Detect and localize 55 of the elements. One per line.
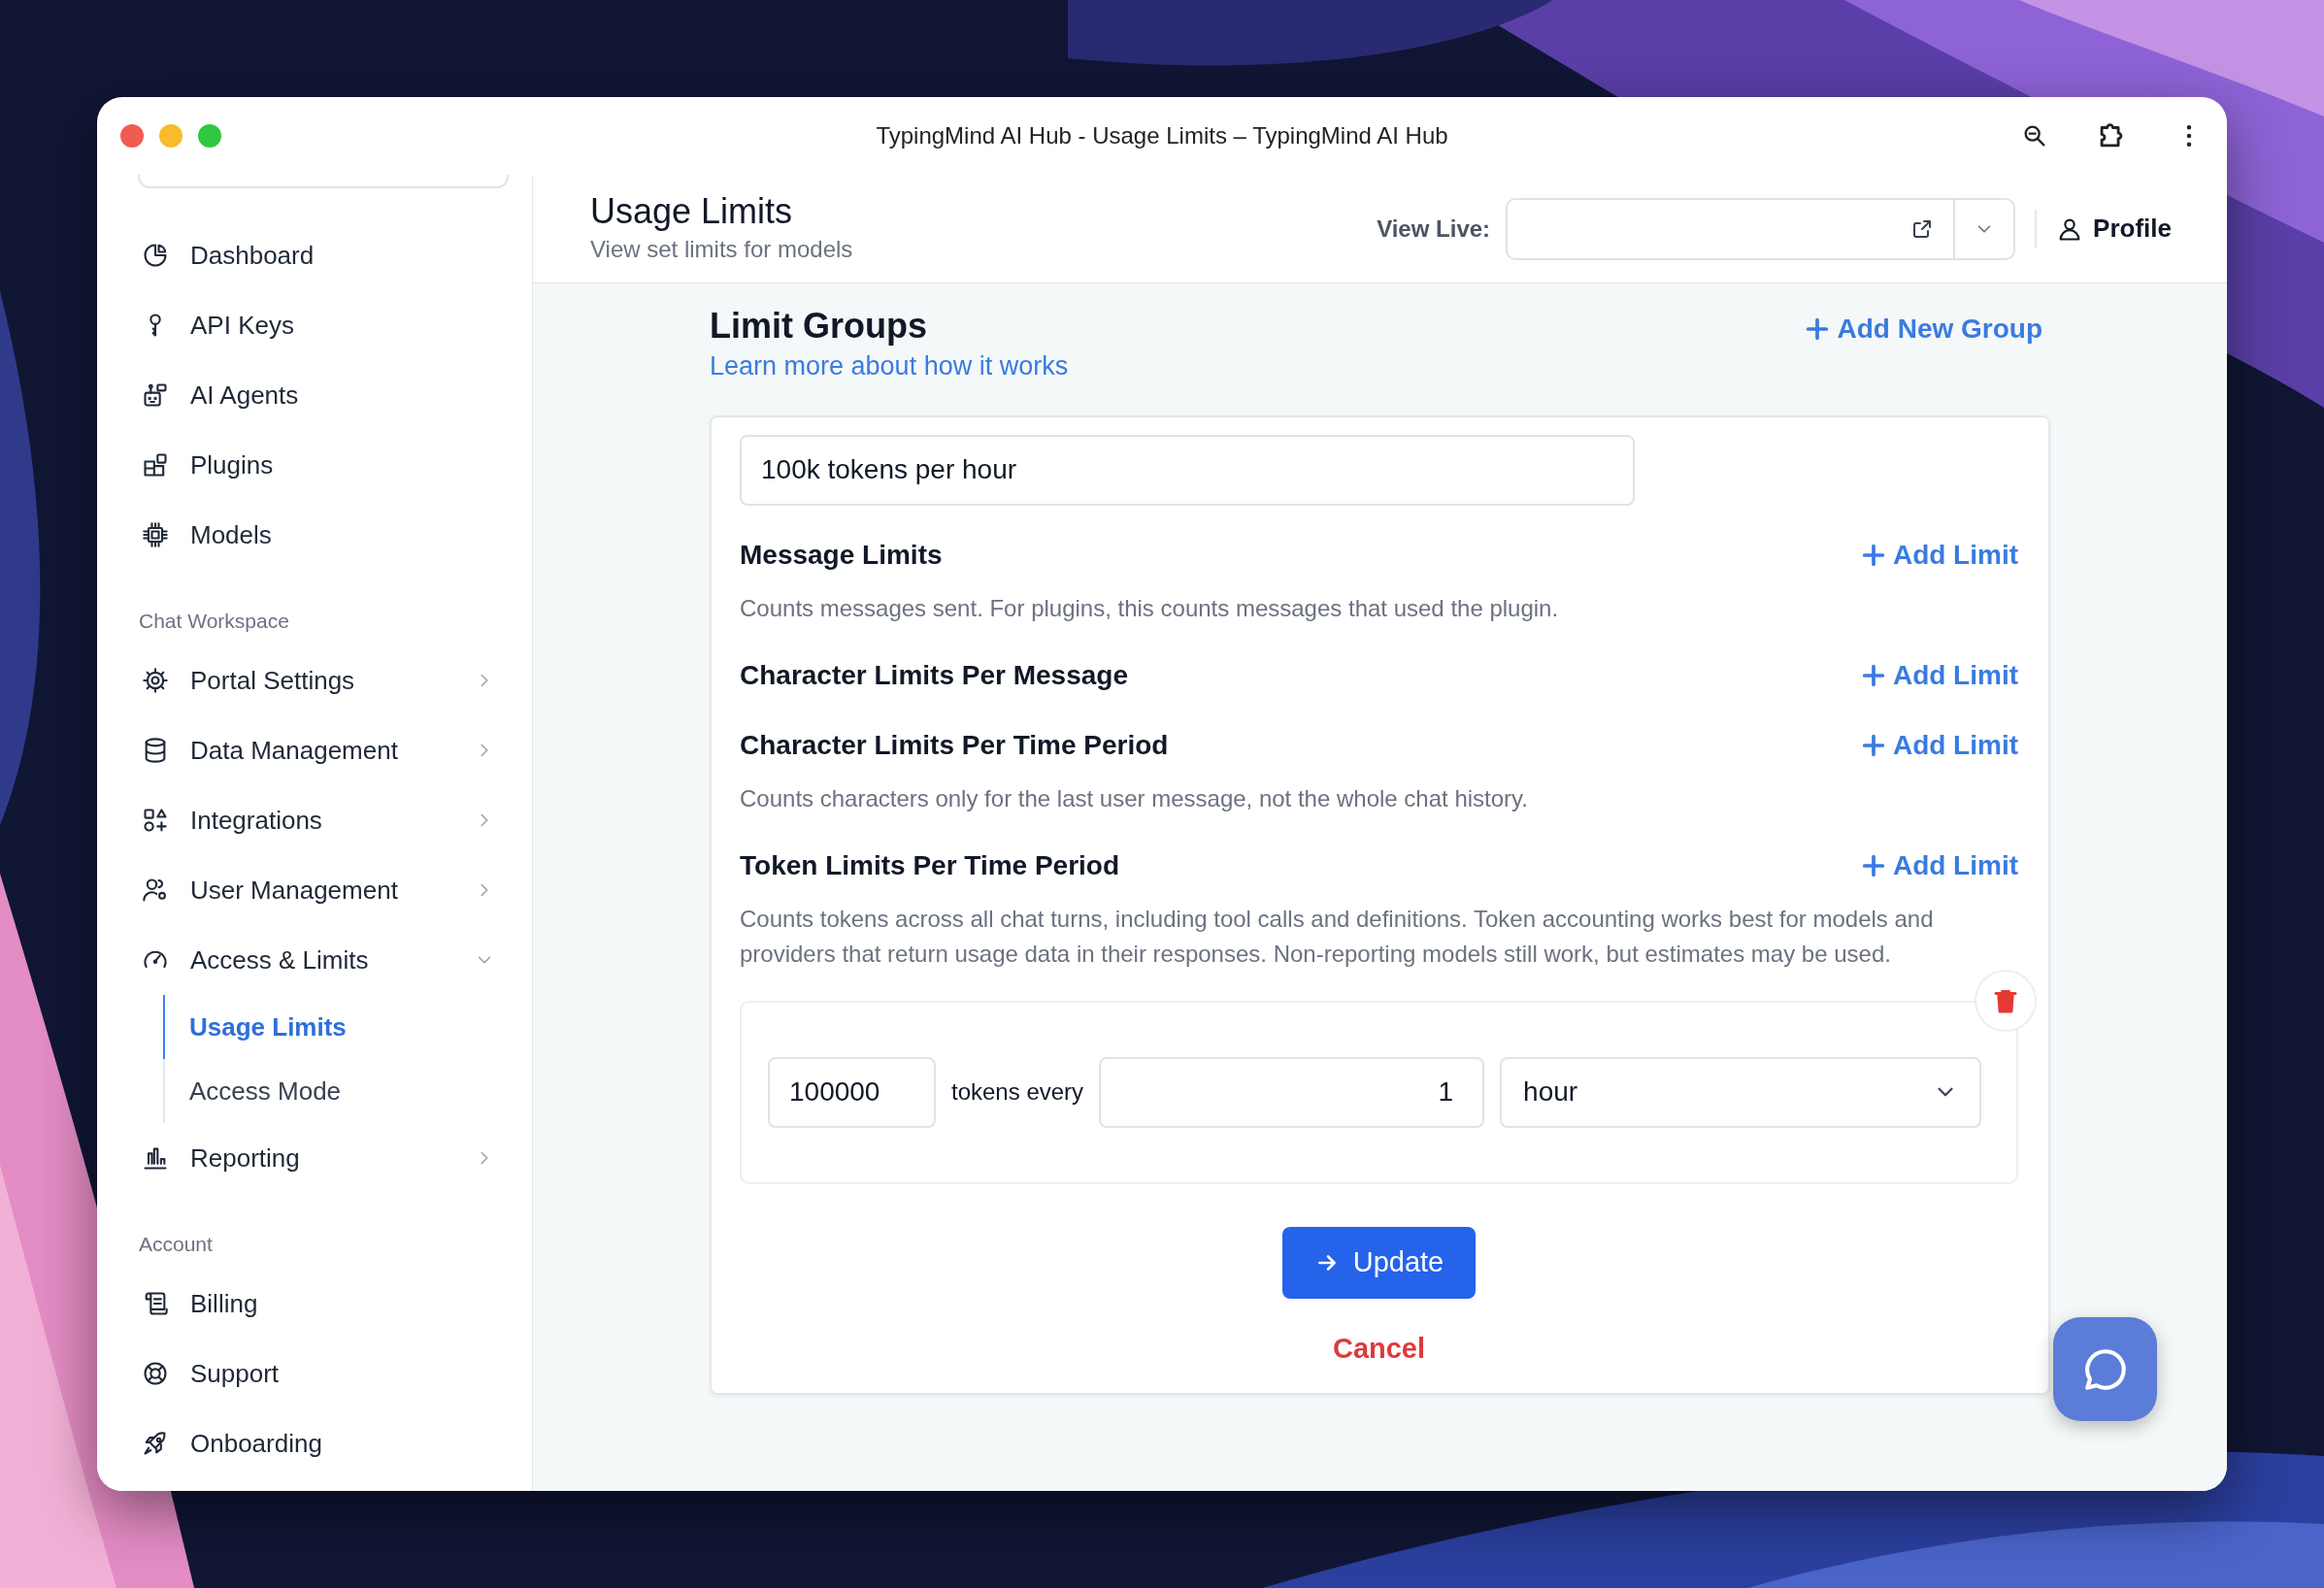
limit-type-title: Message Limits: [740, 538, 943, 572]
add-limit-button[interactable]: Add Limit: [1859, 654, 2018, 696]
section-heading: Chat Workspace: [139, 609, 290, 634]
limit-description: Counts characters only for the last user message, not the whole chat history.: [740, 783, 1529, 813]
add-limit-button[interactable]: Add Limit: [1859, 534, 2018, 576]
period-select[interactable]: hour: [1500, 1056, 1981, 1128]
search-field[interactable]: [138, 175, 509, 188]
sidebar-item[interactable]: User Management: [97, 855, 532, 925]
sidebar-item[interactable]: Access & Limits: [97, 925, 532, 995]
cancel-button[interactable]: Cancel: [1332, 1327, 1426, 1371]
period-count-field[interactable]: 1: [1099, 1056, 1485, 1128]
add-group-button[interactable]: Add New Group: [1804, 309, 2042, 349]
limit-type-title: Token Limits Per Time Period: [740, 848, 1120, 882]
sidebar-item[interactable]: Models: [97, 500, 532, 570]
lifebuoy-icon: [142, 1360, 169, 1387]
learn-more-link[interactable]: Learn more about how it works: [710, 351, 1069, 381]
sidebar-item[interactable]: AI Agents: [97, 360, 532, 430]
blocks-icon: [142, 451, 169, 479]
section-heading: Account: [139, 1232, 214, 1257]
sidebar-item[interactable]: Data Management: [97, 715, 532, 785]
maximize-button[interactable]: [198, 124, 221, 148]
view-live-field[interactable]: [1506, 197, 2016, 260]
chat-button[interactable]: [2053, 1317, 2157, 1421]
profile-button[interactable]: Profile: [2056, 210, 2172, 248]
pie-chart-icon: [142, 242, 169, 269]
section-title: Limit Groups: [710, 305, 928, 347]
sidebar-item[interactable]: Portal Settings: [97, 645, 532, 715]
close-button[interactable]: [120, 124, 144, 148]
sidebar-item[interactable]: Reporting: [97, 1123, 532, 1193]
shapes-icon: [142, 807, 169, 834]
page-title: Usage Limits: [590, 189, 794, 233]
page-subtitle: View set limits for models: [590, 235, 853, 265]
add-limit-button[interactable]: Add Limit: [1859, 844, 2018, 886]
sidebar-item[interactable]: Onboarding: [97, 1408, 532, 1478]
limit-description: Counts tokens across all chat turns, including tool calls and definitions. Token accounting works best for models and providers that return usage data in their responses. Non-reporting models still work, but estimates may be used.: [740, 904, 1935, 969]
add-limit-button[interactable]: Add Limit: [1859, 724, 2018, 766]
sidebar-item[interactable]: Dashboard: [97, 220, 532, 290]
update-button[interactable]: Update: [1282, 1226, 1476, 1299]
limit-description: Counts messages sent. For plugins, this counts messages that used the plugin.: [740, 593, 1560, 623]
limit-type-title: Character Limits Per Time Period: [740, 728, 1169, 762]
group-name-field[interactable]: 100k tokens per hour: [740, 434, 1635, 506]
sidebar-item[interactable]: Billing: [97, 1269, 532, 1339]
chip-icon: [142, 521, 169, 548]
robot-icon: [142, 381, 169, 409]
limit-type-title: Character Limits Per Message: [740, 658, 1128, 692]
sidebar-item[interactable]: Support: [97, 1339, 532, 1408]
sidebar-item[interactable]: Integrations: [97, 785, 532, 855]
field-label: View Live:: [1377, 214, 1491, 244]
settings-icon: [142, 667, 169, 694]
sidebar-item[interactable]: API Keys: [97, 290, 532, 360]
users-icon: [142, 877, 169, 904]
window-title: TypingMind AI Hub - Usage Limits – TypingMind AI Hub: [875, 121, 1449, 150]
sidebar-item[interactable]: Plugins: [97, 430, 532, 500]
unit-label: tokens every: [951, 1077, 1084, 1108]
amount-field[interactable]: 100000: [768, 1056, 936, 1128]
